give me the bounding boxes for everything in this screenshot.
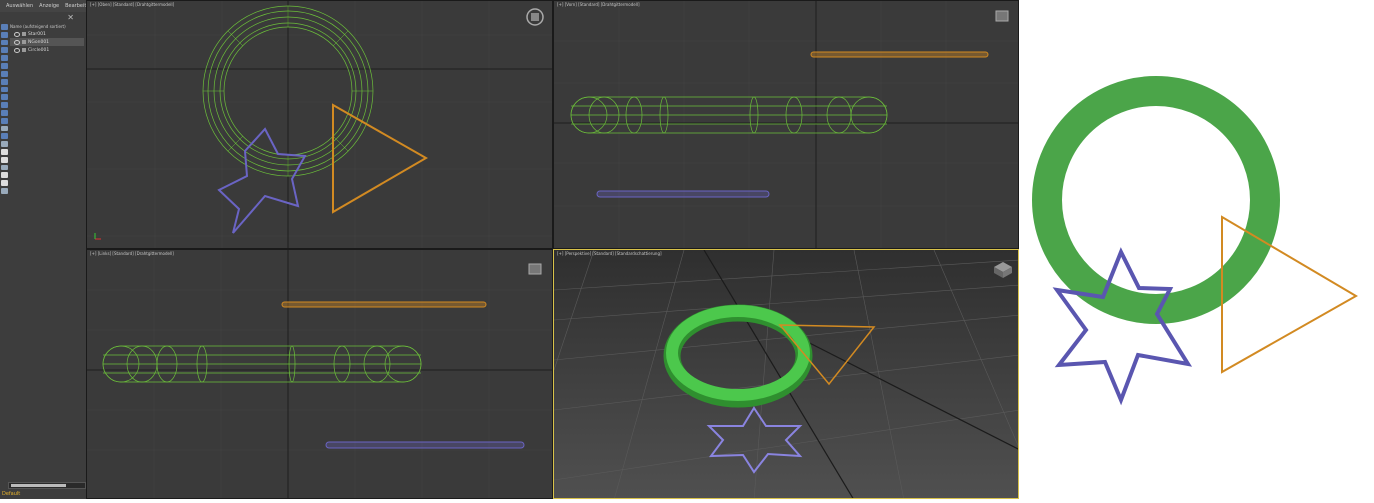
viewcube-icon[interactable] xyxy=(992,260,1014,280)
viewport-perspective[interactable]: [+] [Perspektive] [Standard] [Standardsc… xyxy=(553,249,1019,499)
shape-object-icon xyxy=(22,32,26,36)
3d-app-window: Auswählen Anzeige Bearbeiten ✕ Name (auf… xyxy=(0,0,1019,499)
viewport-left-canvas xyxy=(87,250,552,498)
triangle-edge-view[interactable] xyxy=(810,51,989,58)
tree-item-label: Star001 xyxy=(28,31,46,37)
display-shapes-icon[interactable] xyxy=(1,39,8,46)
display-containers-icon[interactable] xyxy=(1,102,8,108)
star-edge-view[interactable] xyxy=(596,190,770,198)
viewport-label[interactable]: [+] [Oben] [Standard] [Drahtgittermodell… xyxy=(90,2,174,7)
tree-item-ngon001[interactable]: NGon001 xyxy=(10,38,84,46)
display-frozen-icon[interactable] xyxy=(1,109,8,116)
shape-object-icon xyxy=(22,40,26,44)
explorer-toolstrip xyxy=(0,24,9,194)
viewport-top-canvas xyxy=(87,1,552,248)
viewport-perspective-canvas xyxy=(554,250,1018,498)
viewport-left[interactable]: [+] [Links] [Standard] [Drahtgittermodel… xyxy=(86,249,553,499)
funnel-icon[interactable] xyxy=(1,172,8,179)
menu-select[interactable]: Auswählen xyxy=(6,3,33,9)
render-preview xyxy=(1019,0,1374,499)
grid xyxy=(554,1,1018,248)
viewport-label[interactable]: [+] [Vorn] [Standard] [Drahtgittermodell… xyxy=(557,2,640,7)
display-all-icon[interactable] xyxy=(1,24,8,30)
display-lights-icon[interactable] xyxy=(1,47,8,54)
visibility-eye-icon[interactable] xyxy=(14,47,20,53)
display-none-icon[interactable] xyxy=(1,133,8,140)
menu-display[interactable]: Anzeige xyxy=(39,3,59,9)
viewport-front-canvas xyxy=(554,1,1018,248)
star-edge-view[interactable] xyxy=(325,441,525,449)
scene-explorer: Auswählen Anzeige Bearbeiten ✕ Name (auf… xyxy=(0,0,93,499)
tree-item-circle001[interactable]: Circle001 xyxy=(10,46,84,54)
viewport-front[interactable]: [+] [Vorn] [Standard] [Drahtgittermodell… xyxy=(553,0,1019,249)
display-helpers-icon[interactable] xyxy=(1,63,8,69)
tree-item-star001[interactable]: Star001 xyxy=(10,30,84,38)
scrollbar-thumb[interactable] xyxy=(11,484,66,487)
viewcube-icon[interactable] xyxy=(994,9,1010,23)
tree-item-label: NGon001 xyxy=(28,39,50,45)
horizontal-scrollbar[interactable] xyxy=(8,482,86,489)
grid xyxy=(87,250,552,498)
filter-icon[interactable] xyxy=(1,149,8,155)
layer-name[interactable]: Default xyxy=(2,491,20,497)
viewcube-icon[interactable] xyxy=(527,262,543,276)
visibility-eye-icon[interactable] xyxy=(14,39,20,45)
scene-tree: Name (aufsteigend sortiert) Star001 NGon… xyxy=(10,24,84,54)
box-icon[interactable] xyxy=(1,188,8,194)
select-children-icon[interactable] xyxy=(1,156,8,163)
layer-icon[interactable] xyxy=(1,180,8,187)
viewcube-icon[interactable] xyxy=(525,7,545,27)
invert-display-icon[interactable] xyxy=(1,141,8,147)
shape-object-icon xyxy=(22,48,26,52)
display-hidden-icon[interactable] xyxy=(1,117,8,124)
display-cameras-icon[interactable] xyxy=(1,55,8,62)
torus-wireframe-side[interactable] xyxy=(102,345,422,383)
preview-canvas xyxy=(1032,76,1358,406)
display-all-toggle-icon[interactable] xyxy=(1,125,8,132)
viewport-top[interactable]: [+] [Oben] [Standard] [Drahtgittermodell… xyxy=(86,0,553,249)
sync-selection-icon[interactable] xyxy=(1,164,8,171)
triangle-shape[interactable] xyxy=(332,103,429,214)
triangle-edge-view[interactable] xyxy=(281,301,487,308)
visibility-eye-icon[interactable] xyxy=(14,31,20,37)
close-icon[interactable]: ✕ xyxy=(67,13,74,22)
grid xyxy=(87,1,552,248)
display-spacewarps-icon[interactable] xyxy=(1,70,8,77)
tree-item-label: Circle001 xyxy=(28,47,50,53)
display-groups-icon[interactable] xyxy=(1,78,8,85)
tree-column-header[interactable]: Name (aufsteigend sortiert) xyxy=(10,24,84,29)
explorer-menubar: Auswählen Anzeige Bearbeiten xyxy=(0,0,93,12)
viewport-label[interactable]: [+] [Perspektive] [Standard] [Standardsc… xyxy=(557,251,662,256)
star-shape[interactable] xyxy=(217,127,307,234)
display-geometry-icon[interactable] xyxy=(1,31,8,38)
viewport-label[interactable]: [+] [Links] [Standard] [Drahtgittermodel… xyxy=(90,251,174,256)
display-xrefs-icon[interactable] xyxy=(1,86,8,93)
ring-shape xyxy=(1032,76,1280,324)
display-bones-icon[interactable] xyxy=(1,94,8,101)
torus-wireframe-side[interactable] xyxy=(570,96,888,134)
